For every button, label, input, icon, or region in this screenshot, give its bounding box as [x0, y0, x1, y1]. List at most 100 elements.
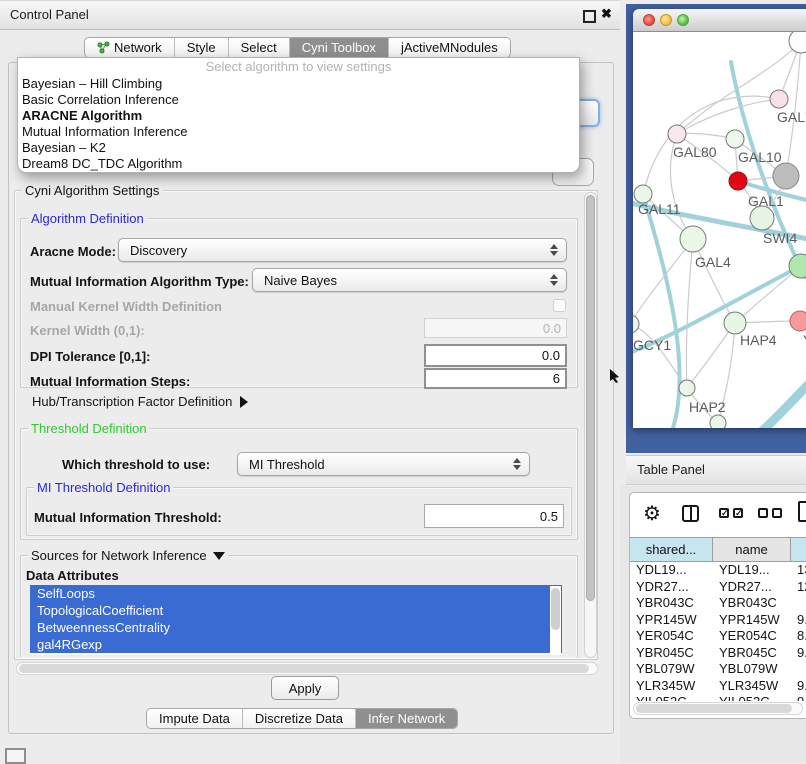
checked-box-icon[interactable]: ✓ [719, 508, 729, 518]
column-header[interactable]: name [713, 538, 791, 561]
checked-box-icon[interactable]: ✓ [733, 508, 743, 518]
attribute-item-selected[interactable]: SelfLoops [30, 585, 562, 602]
minimize-window-icon[interactable] [660, 14, 672, 26]
table-hscroll-thumb[interactable] [636, 704, 792, 713]
close-panel-icon[interactable]: ✖ [601, 6, 612, 22]
manual-kernel-checkbox[interactable] [553, 299, 566, 312]
network-window[interactable]: GAL7GAL80GAL10GAL11GAL1SWI4GAL4GCY1HAP4Y… [633, 9, 806, 428]
node-gal80[interactable] [668, 125, 686, 143]
which-threshold-combo[interactable]: MI Threshold [237, 452, 530, 476]
algorithm-option[interactable]: ARACNE Algorithm [18, 108, 579, 124]
dpi-tolerance-input[interactable]: 0.0 [424, 344, 567, 367]
node-hap2[interactable] [679, 380, 695, 396]
attribute-item-selected[interactable]: gal4RGexp [30, 636, 562, 653]
network-edge-highlighted[interactable] [643, 194, 680, 428]
network-edge-highlighted[interactable] [761, 376, 806, 428]
unchecked-box-icon[interactable] [772, 508, 782, 518]
kernel-width-input[interactable]: 0.0 [424, 318, 567, 338]
table-cell: 9. [791, 612, 806, 629]
node-red[interactable] [729, 172, 747, 190]
tab-cyni-toolbox[interactable]: Cyni Toolbox [290, 38, 389, 57]
network-canvas[interactable]: GAL7GAL80GAL10GAL11GAL1SWI4GAL4GCY1HAP4Y… [633, 32, 806, 428]
attribute-item-selected[interactable]: BetweennessCentrality [30, 619, 562, 636]
tab-network[interactable]: Network [85, 38, 175, 57]
network-edge[interactable] [677, 99, 779, 134]
attribute-item-selected[interactable]: TopologicalCoefficient [30, 602, 562, 619]
algorithm-option[interactable]: Mutual Information Inference [18, 124, 579, 140]
table-row[interactable]: YDL19...YDL19...13 [630, 562, 806, 579]
table-horizontal-scrollbar[interactable] [633, 702, 803, 715]
table-row[interactable]: YBL079WYBL079W [630, 661, 806, 678]
attributes-list-scrollbar[interactable] [550, 586, 561, 654]
tab-jactivemnodules[interactable]: jActiveMNodules [389, 38, 510, 57]
float-panel-icon[interactable] [583, 10, 596, 23]
mi-threshold-input[interactable]: 0.5 [424, 504, 564, 528]
node-gray[interactable] [773, 163, 799, 189]
table-row[interactable]: YBR045CYBR045C9. [630, 645, 806, 662]
mi-algorithm-type-combo[interactable]: Naive Bayes [252, 268, 567, 292]
mi-steps-input[interactable]: 6 [424, 368, 567, 389]
apply-button[interactable]: Apply [271, 676, 339, 700]
node-bottom[interactable] [710, 415, 726, 428]
settings-hscroll-thumb[interactable] [19, 664, 589, 673]
table-cell: 9 [791, 694, 806, 701]
node-gal1[interactable] [750, 206, 774, 230]
tab-select[interactable]: Select [229, 38, 290, 57]
document-icon[interactable] [798, 501, 806, 522]
zoom-window-icon[interactable] [677, 14, 689, 26]
split-columns-icon[interactable] [682, 505, 699, 522]
node-gal4[interactable] [680, 226, 706, 252]
table-body[interactable]: YDL19...YDL19...13YDR27...YDR27...12YBR0… [630, 562, 806, 701]
sources-group-toggle[interactable]: Sources for Network Inference [28, 548, 228, 563]
table-row[interactable]: YLR345WYLR345W9. [630, 678, 806, 695]
algorithm-dropdown-popup: Select algorithm to view settings Bayesi… [17, 57, 580, 173]
table-row[interactable]: YPR145WYPR145W9. [630, 612, 806, 629]
algorithm-option[interactable]: Basic Correlation Inference [18, 92, 579, 108]
tab-discretize-data[interactable]: Discretize Data [243, 709, 356, 728]
node-gal7[interactable] [770, 90, 788, 108]
table-row[interactable]: YIL052CYIL052C9 [630, 694, 806, 701]
stepper-icon [550, 274, 558, 286]
node-gal10[interactable] [726, 130, 744, 148]
table-cell: YIL052C [630, 694, 713, 701]
node-label: GAL80 [673, 144, 717, 160]
hub-section-toggle[interactable]: Hub/Transcription Factor Definition [32, 394, 248, 409]
mi-algorithm-type-value: Naive Bayes [264, 273, 337, 288]
cyni-settings-group-title: Cyni Algorithm Settings [22, 183, 162, 198]
table-row[interactable]: YER054CYER054C8. [630, 628, 806, 645]
gear-icon[interactable]: ⚙ [643, 501, 661, 526]
settings-vscroll-thumb[interactable] [586, 195, 595, 601]
network-window-titlebar[interactable] [633, 9, 806, 32]
network-edge[interactable] [686, 239, 693, 388]
column-header[interactable] [791, 538, 806, 561]
data-attributes-list[interactable]: SelfLoopsTopologicalCoefficientBetweenne… [30, 585, 562, 655]
column-header[interactable]: shared... [630, 538, 713, 561]
network-edge[interactable] [633, 239, 693, 324]
settings-vertical-scrollbar[interactable] [584, 192, 597, 658]
algorithm-option[interactable]: Bayesian – K2 [18, 140, 579, 156]
aracne-mode-label: Aracne Mode: [30, 244, 116, 259]
table-cell: 12 [791, 579, 806, 596]
table-header-row[interactable]: shared...name [630, 537, 806, 562]
tab-infer-network[interactable]: Infer Network [356, 709, 457, 728]
tab-style[interactable]: Style [175, 38, 229, 57]
unchecked-box-icon[interactable] [758, 508, 768, 518]
table-row[interactable]: YBR043CYBR043C [630, 595, 806, 612]
aracne-mode-combo[interactable]: Discovery [118, 238, 567, 262]
table-cell: 9. [791, 645, 806, 662]
table-cell: YDR27... [630, 579, 713, 596]
algorithm-option[interactable]: Bayesian – Hill Climbing [18, 76, 579, 92]
table-cell [791, 661, 806, 678]
node-y[interactable] [790, 311, 806, 331]
algorithm-dropdown-prompt: Select algorithm to view settings [18, 58, 579, 76]
table-row[interactable]: YDR27...YDR27...12 [630, 579, 806, 596]
algorithm-option[interactable]: Dream8 DC_TDC Algorithm [18, 156, 579, 172]
node-hap4[interactable] [724, 312, 746, 334]
settings-horizontal-scrollbar[interactable] [16, 662, 598, 675]
mi-algorithm-type-label: Mutual Information Algorithm Type: [30, 274, 249, 289]
tab-impute-data[interactable]: Impute Data [147, 709, 243, 728]
close-window-icon[interactable] [643, 14, 655, 26]
network-graph[interactable]: GAL7GAL80GAL10GAL11GAL1SWI4GAL4GCY1HAP4Y… [633, 32, 806, 428]
mi-threshold-group-title: MI Threshold Definition [34, 480, 173, 495]
node-gcy1[interactable] [633, 315, 639, 333]
